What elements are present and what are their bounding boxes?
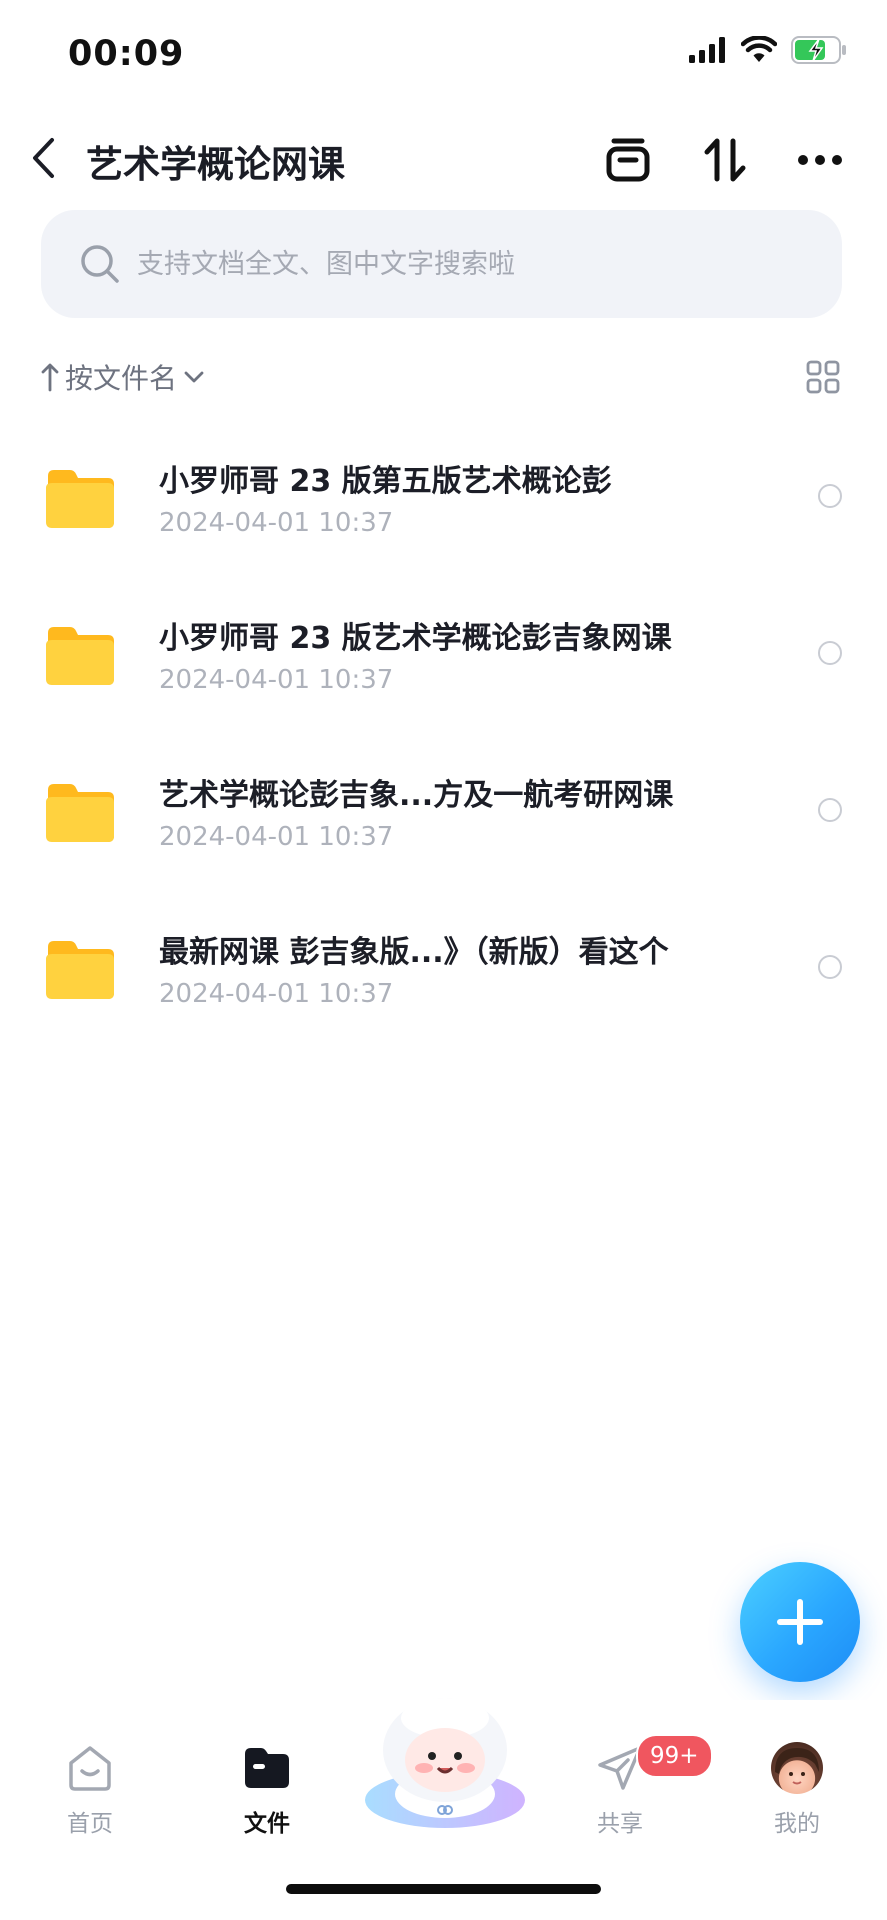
search-icon [79,243,121,285]
grid-view-button[interactable] [800,354,846,400]
folder-item[interactable]: 艺术学概论彭吉象...方及一航考研网课 2024-04-01 10:37 [0,734,887,891]
nav-me-label: 我的 [774,1811,820,1837]
more-dots-icon [798,155,842,165]
folder-icon [46,627,114,685]
share-badge: 99+ [636,1734,713,1778]
status-bar: 00:09 [0,0,887,110]
add-button[interactable] [740,1562,860,1682]
search-input[interactable] [135,247,779,281]
chevron-down-icon [184,371,204,383]
status-icons [689,35,847,68]
header: 艺术学概论网课 [0,120,887,200]
back-button[interactable] [18,128,68,188]
sort-row: 按文件名 [41,350,846,404]
home-icon [62,1740,118,1796]
grid-view-icon [806,360,840,394]
chevron-left-icon [33,138,54,178]
plus-icon [777,1599,823,1645]
assistant-mascot[interactable] [362,1692,528,1832]
archive-icon [606,138,650,182]
status-time: 00:09 [68,34,185,74]
nav-me[interactable]: 我的 [737,1740,857,1838]
select-radio[interactable] [818,955,842,979]
page-title: 艺术学概论网课 [86,143,345,186]
folder-icon [46,470,114,528]
file-name: 艺术学概论彭吉象...方及一航考研网课 [159,778,674,813]
avatar [771,1742,823,1794]
folder-item[interactable]: 最新网课 彭吉象版...》（新版）看这个 2024-04-01 10:37 [0,891,887,1048]
select-radio[interactable] [818,798,842,822]
archive-button[interactable] [598,130,658,190]
file-list: 小罗师哥 23 版第五版艺术概论彭 2024-04-01 10:37 小罗师哥 … [0,420,887,1048]
wifi-icon [740,35,778,68]
nav-files[interactable]: 文件 [207,1740,327,1838]
file-date: 2024-04-01 10:37 [159,665,394,695]
sort-toggle-button[interactable] [695,130,755,190]
folder-icon [46,941,114,999]
select-radio[interactable] [818,641,842,665]
file-date: 2024-04-01 10:37 [159,822,394,852]
file-date: 2024-04-01 10:37 [159,508,394,538]
mascot-icon [365,1698,525,1828]
search-box[interactable] [41,210,842,318]
arrow-up-icon [41,363,59,392]
nav-files-label: 文件 [244,1811,290,1837]
signal-icon [689,37,727,67]
nav-home[interactable]: 首页 [30,1740,150,1838]
sort-label: 按文件名 [65,362,178,395]
file-date: 2024-04-01 10:37 [159,979,394,1009]
battery-icon [791,36,847,68]
files-icon [239,1740,295,1796]
folder-icon [46,784,114,842]
file-name: 最新网课 彭吉象版...》（新版）看这个 [159,935,669,970]
more-button[interactable] [790,130,850,190]
home-indicator [286,1884,601,1894]
folder-item[interactable]: 小罗师哥 23 版艺术学概论彭吉象网课 2024-04-01 10:37 [0,577,887,734]
select-radio[interactable] [818,484,842,508]
folder-item[interactable]: 小罗师哥 23 版第五版艺术概论彭 2024-04-01 10:37 [0,420,887,577]
file-name: 小罗师哥 23 版第五版艺术概论彭 [159,464,612,499]
file-name: 小罗师哥 23 版艺术学概论彭吉象网课 [159,621,672,656]
nav-share-label: 共享 [597,1811,643,1837]
sort-arrows-icon [704,138,746,182]
sort-by-name-button[interactable]: 按文件名 [41,350,205,404]
nav-home-label: 首页 [67,1811,113,1837]
